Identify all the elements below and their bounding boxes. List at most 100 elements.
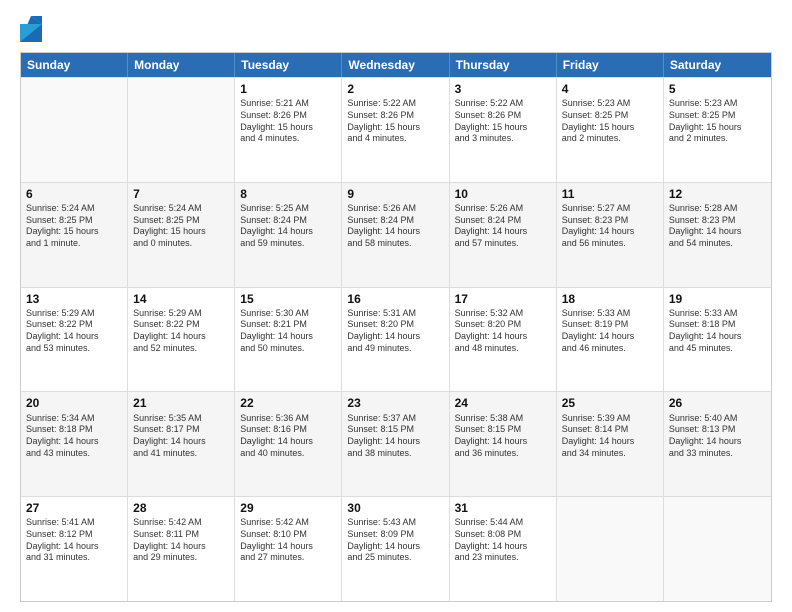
cell-info: Sunrise: 5:30 AM Sunset: 8:21 PM Dayligh…	[240, 308, 336, 355]
cell-info: Sunrise: 5:31 AM Sunset: 8:20 PM Dayligh…	[347, 308, 443, 355]
day-number: 7	[133, 186, 229, 202]
day-number: 28	[133, 500, 229, 516]
day-number: 19	[669, 291, 766, 307]
day-number: 3	[455, 81, 551, 97]
calendar-week-5: 27Sunrise: 5:41 AM Sunset: 8:12 PM Dayli…	[21, 496, 771, 601]
cell-info: Sunrise: 5:26 AM Sunset: 8:24 PM Dayligh…	[455, 203, 551, 250]
calendar-cell: 14Sunrise: 5:29 AM Sunset: 8:22 PM Dayli…	[128, 288, 235, 392]
cell-info: Sunrise: 5:23 AM Sunset: 8:25 PM Dayligh…	[669, 98, 766, 145]
calendar-cell: 5Sunrise: 5:23 AM Sunset: 8:25 PM Daylig…	[664, 78, 771, 182]
cell-info: Sunrise: 5:32 AM Sunset: 8:20 PM Dayligh…	[455, 308, 551, 355]
cell-info: Sunrise: 5:29 AM Sunset: 8:22 PM Dayligh…	[26, 308, 122, 355]
header-day-thursday: Thursday	[450, 53, 557, 77]
day-number: 13	[26, 291, 122, 307]
calendar-cell: 28Sunrise: 5:42 AM Sunset: 8:11 PM Dayli…	[128, 497, 235, 601]
day-number: 16	[347, 291, 443, 307]
cell-info: Sunrise: 5:37 AM Sunset: 8:15 PM Dayligh…	[347, 413, 443, 460]
calendar-cell	[128, 78, 235, 182]
calendar-cell: 10Sunrise: 5:26 AM Sunset: 8:24 PM Dayli…	[450, 183, 557, 287]
cell-info: Sunrise: 5:35 AM Sunset: 8:17 PM Dayligh…	[133, 413, 229, 460]
calendar-cell: 24 Sunrise: 5:38 AM Sunset: 8:15 PM Dayli…	[450, 392, 557, 496]
calendar-cell: 8Sunrise: 5:25 AM Sunset: 8:24 PM Daylig…	[235, 183, 342, 287]
logo	[20, 16, 44, 42]
cell-info: Sunrise: 5:38 AM Sunset: 8:15 PM Dayligh…	[455, 413, 551, 460]
cell-info: Sunrise: 5:21 AM Sunset: 8:26 PM Dayligh…	[240, 98, 336, 145]
day-number: 22	[240, 395, 336, 411]
calendar-cell: 31Sunrise: 5:44 AM Sunset: 8:08 PM Dayli…	[450, 497, 557, 601]
calendar-header: SundayMondayTuesdayWednesdayThursdayFrid…	[21, 53, 771, 77]
day-number: 1	[240, 81, 336, 97]
cell-info: Sunrise: 5:24 AM Sunset: 8:25 PM Dayligh…	[133, 203, 229, 250]
cell-info: Sunrise: 5:24 AM Sunset: 8:25 PM Dayligh…	[26, 203, 122, 250]
calendar-cell: 27Sunrise: 5:41 AM Sunset: 8:12 PM Dayli…	[21, 497, 128, 601]
header	[20, 16, 772, 42]
calendar-cell: 21 Sunrise: 5:35 AM Sunset: 8:17 PM Dayli…	[128, 392, 235, 496]
cell-info: Sunrise: 5:28 AM Sunset: 8:23 PM Dayligh…	[669, 203, 766, 250]
day-number: 20	[26, 395, 122, 411]
calendar-body: 1Sunrise: 5:21 AM Sunset: 8:26 PM Daylig…	[21, 77, 771, 601]
day-number: 10	[455, 186, 551, 202]
day-number: 18	[562, 291, 658, 307]
day-number: 27	[26, 500, 122, 516]
cell-info: Sunrise: 5:41 AM Sunset: 8:12 PM Dayligh…	[26, 517, 122, 564]
cell-info: Sunrise: 5:44 AM Sunset: 8:08 PM Dayligh…	[455, 517, 551, 564]
header-day-friday: Friday	[557, 53, 664, 77]
header-day-wednesday: Wednesday	[342, 53, 449, 77]
day-number: 21	[133, 395, 229, 411]
calendar-cell	[557, 497, 664, 601]
day-number: 5	[669, 81, 766, 97]
day-number: 2	[347, 81, 443, 97]
calendar: SundayMondayTuesdayWednesdayThursdayFrid…	[20, 52, 772, 602]
day-number: 25	[562, 395, 658, 411]
calendar-cell: 22 Sunrise: 5:36 AM Sunset: 8:16 PM Dayli…	[235, 392, 342, 496]
calendar-cell: 29Sunrise: 5:42 AM Sunset: 8:10 PM Dayli…	[235, 497, 342, 601]
cell-info: Sunrise: 5:22 AM Sunset: 8:26 PM Dayligh…	[455, 98, 551, 145]
day-number: 30	[347, 500, 443, 516]
calendar-cell: 17Sunrise: 5:32 AM Sunset: 8:20 PM Dayli…	[450, 288, 557, 392]
calendar-cell: 25 Sunrise: 5:39 AM Sunset: 8:14 PM Dayli…	[557, 392, 664, 496]
cell-info: Sunrise: 5:34 AM Sunset: 8:18 PM Dayligh…	[26, 413, 122, 460]
cell-info: Sunrise: 5:39 AM Sunset: 8:14 PM Dayligh…	[562, 413, 658, 460]
cell-info: Sunrise: 5:25 AM Sunset: 8:24 PM Dayligh…	[240, 203, 336, 250]
day-number: 14	[133, 291, 229, 307]
cell-info: Sunrise: 5:33 AM Sunset: 8:18 PM Dayligh…	[669, 308, 766, 355]
cell-info: Sunrise: 5:40 AM Sunset: 8:13 PM Dayligh…	[669, 413, 766, 460]
day-number: 24	[455, 395, 551, 411]
day-number: 11	[562, 186, 658, 202]
calendar-cell: 4Sunrise: 5:23 AM Sunset: 8:25 PM Daylig…	[557, 78, 664, 182]
day-number: 12	[669, 186, 766, 202]
calendar-cell: 23Sunrise: 5:37 AM Sunset: 8:15 PM Dayli…	[342, 392, 449, 496]
header-day-saturday: Saturday	[664, 53, 771, 77]
cell-info: Sunrise: 5:23 AM Sunset: 8:25 PM Dayligh…	[562, 98, 658, 145]
calendar-cell: 19Sunrise: 5:33 AM Sunset: 8:18 PM Dayli…	[664, 288, 771, 392]
calendar-cell: 16Sunrise: 5:31 AM Sunset: 8:20 PM Dayli…	[342, 288, 449, 392]
cell-info: Sunrise: 5:42 AM Sunset: 8:11 PM Dayligh…	[133, 517, 229, 564]
day-number: 8	[240, 186, 336, 202]
calendar-cell: 20 Sunrise: 5:34 AM Sunset: 8:18 PM Dayli…	[21, 392, 128, 496]
calendar-cell: 18Sunrise: 5:33 AM Sunset: 8:19 PM Dayli…	[557, 288, 664, 392]
cell-info: Sunrise: 5:22 AM Sunset: 8:26 PM Dayligh…	[347, 98, 443, 145]
day-number: 15	[240, 291, 336, 307]
calendar-cell: 9Sunrise: 5:26 AM Sunset: 8:24 PM Daylig…	[342, 183, 449, 287]
calendar-cell: 15Sunrise: 5:30 AM Sunset: 8:21 PM Dayli…	[235, 288, 342, 392]
calendar-cell: 26 Sunrise: 5:40 AM Sunset: 8:13 PM Dayli…	[664, 392, 771, 496]
page: SundayMondayTuesdayWednesdayThursdayFrid…	[0, 0, 792, 612]
header-day-sunday: Sunday	[21, 53, 128, 77]
logo-icon	[20, 16, 42, 42]
calendar-cell: 11Sunrise: 5:27 AM Sunset: 8:23 PM Dayli…	[557, 183, 664, 287]
cell-info: Sunrise: 5:36 AM Sunset: 8:16 PM Dayligh…	[240, 413, 336, 460]
calendar-week-4: 20 Sunrise: 5:34 AM Sunset: 8:18 PM Dayli…	[21, 391, 771, 496]
day-number: 26	[669, 395, 766, 411]
cell-info: Sunrise: 5:33 AM Sunset: 8:19 PM Dayligh…	[562, 308, 658, 355]
calendar-cell: 2Sunrise: 5:22 AM Sunset: 8:26 PM Daylig…	[342, 78, 449, 182]
day-number: 31	[455, 500, 551, 516]
day-number: 6	[26, 186, 122, 202]
day-number: 9	[347, 186, 443, 202]
calendar-cell: 6Sunrise: 5:24 AM Sunset: 8:25 PM Daylig…	[21, 183, 128, 287]
day-number: 17	[455, 291, 551, 307]
calendar-cell	[664, 497, 771, 601]
cell-info: Sunrise: 5:29 AM Sunset: 8:22 PM Dayligh…	[133, 308, 229, 355]
calendar-week-1: 1Sunrise: 5:21 AM Sunset: 8:26 PM Daylig…	[21, 77, 771, 182]
header-day-monday: Monday	[128, 53, 235, 77]
header-day-tuesday: Tuesday	[235, 53, 342, 77]
